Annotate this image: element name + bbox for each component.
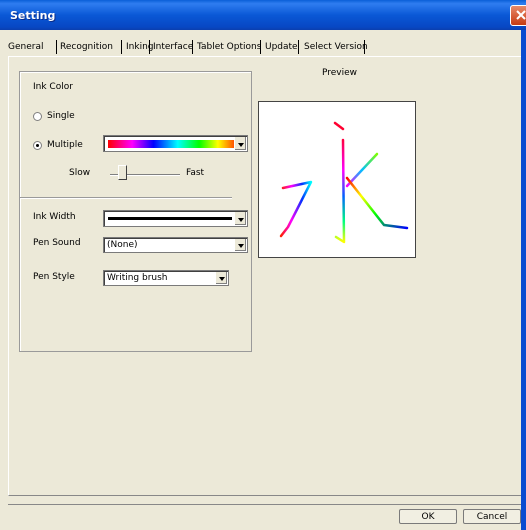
tab-separator <box>260 40 261 54</box>
window-frame-right <box>521 30 526 530</box>
color-spectrum-swatch <box>108 140 242 148</box>
pen-sound-value: (None) <box>107 240 138 250</box>
tab-update[interactable]: Update <box>265 39 298 55</box>
preview-label: Preview <box>322 68 358 78</box>
speed-fast-label: Fast <box>186 168 205 178</box>
group-divider <box>20 197 232 199</box>
tab-separator <box>149 40 150 54</box>
pen-style-label: Pen Style <box>33 272 75 282</box>
footer-divider <box>8 504 521 505</box>
title-bar: Setting <box>0 0 526 30</box>
tab-separator <box>121 40 122 54</box>
cancel-button[interactable]: Cancel <box>463 509 521 524</box>
chevron-down-icon[interactable] <box>234 137 246 150</box>
single-color-radio[interactable] <box>33 112 42 121</box>
preview-character-drawing <box>279 121 409 244</box>
tab-recognition[interactable]: Recognition <box>60 39 113 55</box>
pen-sound-select[interactable]: (None) <box>103 237 248 253</box>
ink-color-combo[interactable] <box>103 135 248 152</box>
tab-general[interactable]: General <box>8 39 43 55</box>
speed-slider-thumb[interactable] <box>118 165 127 180</box>
tab-tablet-options[interactable]: Tablet Options <box>197 39 261 55</box>
chevron-down-icon[interactable] <box>234 239 246 251</box>
tab-select-version[interactable]: Select Version <box>304 39 368 55</box>
tab-separator <box>192 40 193 54</box>
close-button[interactable] <box>510 5 526 26</box>
close-icon <box>516 10 526 20</box>
multiple-color-label[interactable]: Multiple <box>47 140 83 150</box>
ink-width-combo[interactable] <box>103 210 248 227</box>
ink-preview-canvas <box>258 101 416 258</box>
ink-color-heading: Ink Color <box>33 82 73 92</box>
pen-sound-label: Pen Sound <box>33 238 81 248</box>
speed-slow-label: Slow <box>69 168 91 178</box>
ok-button[interactable]: OK <box>399 509 457 524</box>
pen-style-value: Writing brush <box>107 273 168 283</box>
tab-separator <box>298 40 299 54</box>
ink-width-label: Ink Width <box>33 212 76 222</box>
pen-style-select[interactable]: Writing brush <box>103 270 229 286</box>
multiple-color-radio[interactable] <box>33 141 42 150</box>
chevron-down-icon[interactable] <box>234 212 246 225</box>
line-width-sample <box>108 217 232 220</box>
single-color-label[interactable]: Single <box>47 111 75 121</box>
tab-separator <box>364 40 365 54</box>
tab-interface[interactable]: Interface <box>153 39 193 55</box>
tab-separator <box>56 40 57 54</box>
chevron-down-icon[interactable] <box>215 272 227 284</box>
window-title: Setting <box>10 9 56 22</box>
